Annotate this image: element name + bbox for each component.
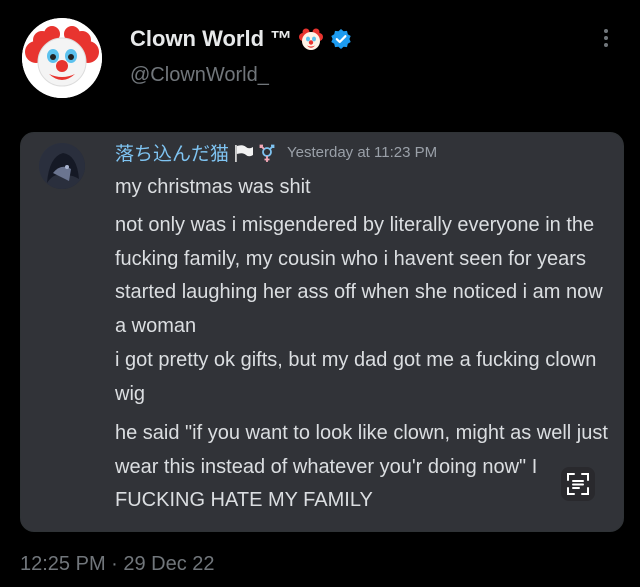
username-badges (233, 143, 277, 163)
clown-face-avatar-icon (22, 18, 102, 98)
message-line: i got pretty ok gifts, but my dad got me… (115, 349, 597, 405)
tweet-timestamp[interactable]: 12:25 PM · 29 Dec 22 (20, 553, 215, 576)
white-flag-icon (235, 144, 254, 162)
embedded-image[interactable]: 落ち込んだ猫 Yesterday at 11:23 PM my christma… (20, 132, 624, 532)
profile-avatar[interactable] (22, 18, 102, 98)
message-timestamp: Yesterday at 11:23 PM (287, 144, 438, 161)
discord-user-avatar (39, 143, 85, 189)
message-line: my christmas was shit (115, 176, 311, 198)
more-options-icon[interactable] (596, 26, 616, 54)
display-name[interactable]: Clown World ™ (130, 26, 292, 52)
text-scan-icon[interactable] (561, 467, 595, 501)
user-handle[interactable]: @ClownWorld_ (130, 64, 269, 87)
message-line: he said "if you want to look like clown,… (115, 422, 608, 511)
verified-badge-icon[interactable] (330, 28, 352, 50)
tweet-view: Clown World ™ @ClownWorld_ 落ち込んだ猫 Yester… (0, 0, 640, 587)
message-line: not only was i misgendered by literally … (115, 214, 603, 337)
transgender-symbol-icon (259, 144, 275, 162)
clown-face-icon (298, 26, 324, 52)
message-header: 落ち込んだ猫 Yesterday at 11:23 PM (115, 139, 437, 166)
discord-username: 落ち込んだ猫 (115, 143, 230, 165)
display-name-row[interactable]: Clown World ™ (130, 26, 352, 52)
